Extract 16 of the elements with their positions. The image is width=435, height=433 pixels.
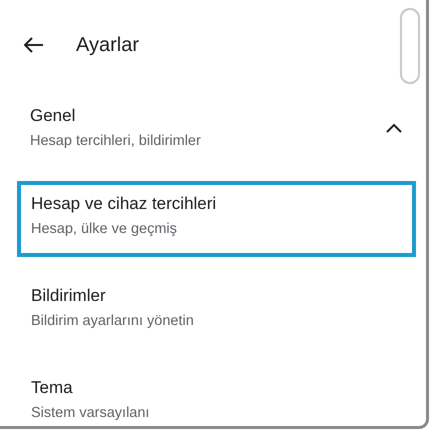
item-subtitle: Sistem varsayılanı [31, 404, 150, 423]
item-title: Hesap ve cihaz tercihleri [31, 193, 218, 215]
settings-item[interactable]: Tema Sistem varsayılanı [17, 365, 416, 426]
collapse-caret-icon[interactable] [386, 123, 402, 133]
settings-item[interactable]: Bildirimler Bildirim ayarlarını yönetin [17, 273, 416, 349]
section-subtitle: Hesap tercihleri, bildirimler [30, 132, 201, 151]
item-title: Bildirimler [31, 285, 107, 307]
scrollbar[interactable] [400, 8, 420, 84]
screen-title: Ayarlar [76, 33, 139, 58]
item-subtitle: Hesap, ülke ve geçmiş [31, 220, 178, 239]
settings-section-header[interactable]: Genel Hesap tercihleri, bildirimler [0, 90, 426, 181]
settings-item[interactable]: Hesap ve cihaz tercihleri Hesap, ülke ve geçmiş [17, 181, 416, 257]
item-subtitle: Bildirim ayarlarını yönetin [31, 312, 195, 331]
back-arrow-icon[interactable] [24, 37, 44, 53]
section-title: Genel [30, 105, 76, 127]
item-title: Tema [31, 377, 74, 399]
